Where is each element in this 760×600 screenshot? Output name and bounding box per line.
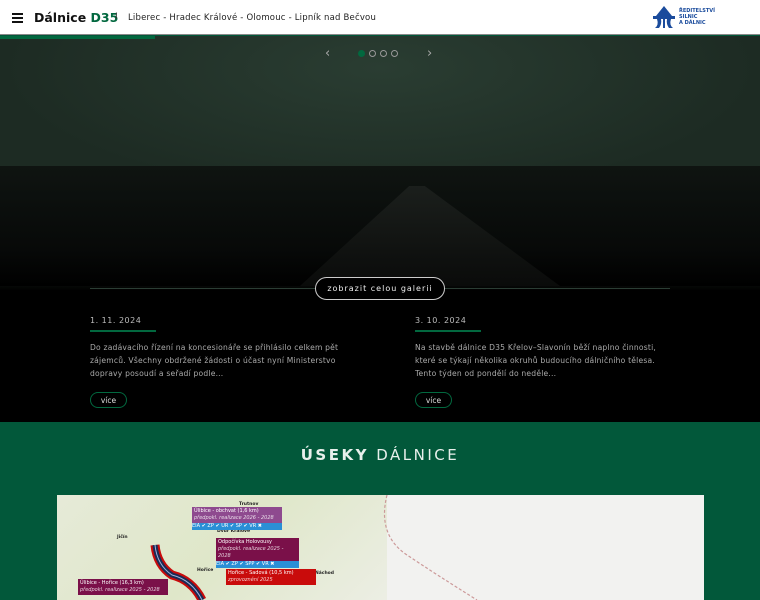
date-underline (90, 330, 156, 332)
map-label-holovousy[interactable]: Odpočívka Holovousy předpokl. realizace 2… (216, 538, 299, 568)
slide-progress-bar (0, 36, 155, 39)
date-underline (415, 330, 481, 332)
place-label: Náchod (315, 571, 334, 576)
header: Dálnice D35 I Liberec - Hradec Králové -… (0, 0, 760, 35)
brand-prefix: Dálnice (34, 10, 87, 25)
brand-logo[interactable]: Dálnice D35 (34, 10, 118, 25)
route-title: Liberec - Hradec Králové - Olomouc - Lip… (128, 13, 377, 23)
more-button[interactable]: více (90, 392, 127, 408)
slide-dot-2[interactable] (369, 50, 376, 57)
slide-dots (358, 50, 398, 57)
prev-slide-icon[interactable]: ‹ (325, 46, 330, 61)
separator: I (115, 12, 118, 22)
slide-dot-1[interactable] (358, 50, 365, 57)
news-date: 1. 11. 2024 (90, 316, 142, 325)
slide-dot-3[interactable] (380, 50, 387, 57)
rsd-logo-icon (653, 6, 675, 28)
place-label: Hořice (197, 568, 214, 573)
news-text: Na stavbě dálnice D35 Křelov–Slavonín bě… (415, 343, 657, 378)
map-label-ulibice-obchvat[interactable]: Úlibice - obchvat (1,6 km) předpokl. real… (192, 507, 282, 530)
slide-dot-4[interactable] (391, 50, 398, 57)
section-title: ÚSEKY DÁLNICE (300, 446, 460, 464)
rsd-logo[interactable]: ŘEDITELSTVÍ SILNIC A DÁLNIC (652, 5, 715, 29)
more-button[interactable]: více (415, 392, 452, 408)
news-item: 3. 10. 2024 Na stavbě dálnice D35 Křelov… (415, 316, 675, 408)
map-label-ulibice-horice[interactable]: Úlibice - Hořice (16,3 km) předpokl. real… (78, 579, 168, 595)
map-label-horice-sadova[interactable]: Hořice - Sadová (10,5 km) zprovoznění 202… (226, 569, 316, 585)
news-date: 3. 10. 2024 (415, 316, 467, 325)
sections-map[interactable]: Trutnov Jičín Dvůr Králové Hořice Náchod… (57, 495, 704, 600)
news-item: 1. 11. 2024 Do zadávacího řízení na konc… (90, 316, 350, 408)
place-label: Jičín (117, 535, 128, 540)
show-gallery-button[interactable]: zobrazit celou galerii (315, 277, 445, 300)
rsd-logo-text: ŘEDITELSTVÍ SILNIC A DÁLNIC (679, 8, 716, 26)
menu-icon[interactable] (12, 13, 23, 23)
news-text: Do zadávacího řízení na koncesionáře se … (90, 343, 339, 378)
next-slide-icon[interactable]: › (427, 46, 432, 61)
hero-gallery: ‹ › zobrazit celou galerii 1. 11. 2024 D… (0, 36, 760, 422)
